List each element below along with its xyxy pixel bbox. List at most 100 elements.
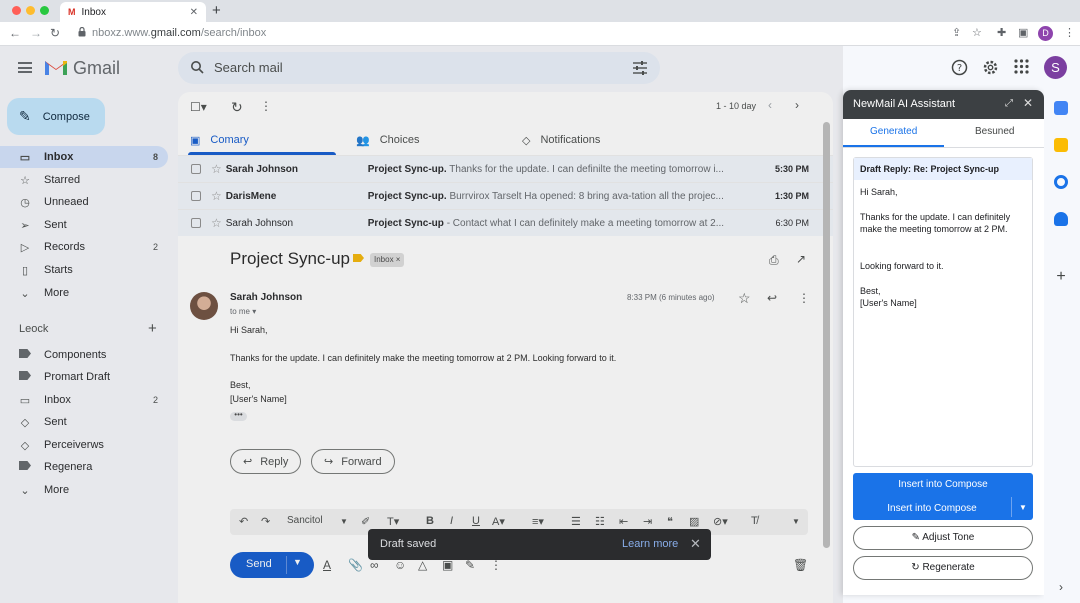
keep-icon[interactable] [1054, 138, 1068, 152]
sidebar-item-starred[interactable]: ☆ Starred [0, 169, 168, 191]
quote-icon[interactable]: ❝ [667, 515, 673, 528]
main-scrollbar[interactable] [823, 122, 830, 548]
remove-formatting-icon[interactable]: T̸ [751, 515, 758, 527]
contacts-icon[interactable] [1054, 212, 1068, 226]
show-trimmed-content-button[interactable]: ••• [230, 411, 247, 421]
more-actions-icon[interactable]: ⋮ [260, 99, 272, 113]
close-toast-icon[interactable]: ✕ [690, 536, 701, 552]
expand-rail-icon[interactable]: › [1054, 580, 1068, 594]
tab-choices[interactable]: 👥 Choices [356, 125, 419, 155]
new-tab-icon[interactable]: + [212, 2, 221, 19]
bulleted-list-icon[interactable]: ☰ [571, 515, 581, 528]
regenerate-button[interactable]: ↻ Regenerate [853, 556, 1033, 580]
attach-icon[interactable]: 📎 [348, 558, 363, 572]
compose-button[interactable]: ✎ Compose [7, 98, 105, 135]
reload-icon[interactable]: ↻ [50, 26, 60, 40]
browser-menu-icon[interactable]: ⋮ [1064, 26, 1075, 39]
paint-format-icon[interactable]: ✐ [361, 515, 370, 528]
older-page-icon[interactable]: › [795, 98, 799, 112]
help-icon[interactable]: ? [951, 59, 968, 76]
insert-photo-icon[interactable]: ▣ [442, 558, 453, 572]
mail-row[interactable]: ☆ Sarah Johnson Project Sync-up - Contac… [178, 209, 833, 236]
more-formatting-icon[interactable]: ▼ [792, 517, 800, 526]
image-icon[interactable]: ▨ [689, 515, 699, 528]
reply-icon[interactable]: ↩ [767, 291, 777, 305]
link-icon[interactable]: ⊘▾ [713, 515, 728, 528]
bold-icon[interactable]: B [426, 515, 434, 527]
font-dropdown-icon[interactable]: ▼ [340, 517, 348, 526]
refresh-icon[interactable]: ↻ [231, 99, 243, 116]
more-compose-options-icon[interactable]: ⋮ [490, 558, 502, 572]
undo-icon[interactable]: ↶ [239, 515, 248, 528]
numbered-list-icon[interactable]: ☷ [595, 515, 605, 528]
text-size-icon[interactable]: T▾ [387, 515, 399, 528]
label-item-regenera[interactable]: Regenera [0, 456, 168, 478]
account-avatar[interactable]: S [1044, 56, 1067, 79]
sidebar-item-unneaed[interactable]: ◷ Unneaed [0, 191, 168, 213]
label-item-sent[interactable]: ◇ Sent [0, 411, 168, 433]
expand-icon[interactable]: ⤢ [1005, 98, 1013, 109]
row-checkbox[interactable] [191, 191, 201, 201]
print-icon[interactable]: ⎙ [769, 253, 779, 268]
label-item-more[interactable]: ⌄ More [0, 479, 168, 501]
learn-more-link[interactable]: Learn more [622, 538, 678, 550]
tab-comary[interactable]: ▣ Comary [190, 125, 249, 155]
row-checkbox[interactable] [191, 164, 201, 174]
mail-row[interactable]: ☆ Sarah Johnson Project Sync-up. Thanks … [178, 155, 833, 182]
search-options-icon[interactable] [632, 60, 648, 76]
italic-icon[interactable]: I [450, 515, 453, 527]
label-item-promart-draft[interactable]: Promart Draft [0, 366, 168, 388]
url-field[interactable]: nboxz.www.gmail.com/search/inbox [92, 27, 266, 39]
more-options-icon[interactable]: ⋮ [798, 291, 810, 305]
signature-icon[interactable]: ✎ [465, 558, 475, 572]
sidebar-item-starts[interactable]: ▯ Starts [0, 259, 168, 281]
reply-button[interactable]: ↩ Reply [230, 449, 302, 474]
important-marker-icon[interactable] [353, 254, 364, 262]
insert-options-icon[interactable]: ▼ [1019, 503, 1027, 512]
message-recipient[interactable]: to me ▾ [230, 307, 256, 316]
sidebar-item-inbox[interactable]: ▭ Inbox 8 [0, 146, 168, 168]
share-icon[interactable]: ⇪ [952, 26, 961, 39]
tab-besuned[interactable]: Besuned [975, 126, 1014, 137]
insert-label-secondary[interactable]: Insert into Compose [853, 503, 1011, 514]
extensions-icon[interactable]: ✚ [997, 26, 1006, 39]
drive-icon[interactable]: △ [418, 558, 427, 572]
add-label-icon[interactable]: + [148, 320, 157, 337]
open-new-window-icon[interactable]: ↗ [796, 252, 806, 266]
apps-grid-icon[interactable] [1014, 59, 1029, 74]
discard-draft-icon[interactable]: 🗑 [793, 558, 808, 572]
indent-less-icon[interactable]: ⇤ [619, 515, 628, 528]
newer-page-icon[interactable]: ‹ [768, 98, 772, 112]
sidebar-item-more[interactable]: ⌄ More [0, 282, 168, 304]
thread-label-chip[interactable]: Inbox × [370, 253, 405, 267]
close-icon[interactable]: ✕ [1023, 96, 1033, 110]
star-icon[interactable]: ☆ [211, 162, 222, 176]
mail-row[interactable]: ☆ DarisMene Project Sync-up. Burrvirox T… [178, 182, 833, 209]
insert-into-compose-button[interactable]: Insert into Compose Insert into Compose … [853, 473, 1033, 520]
calendar-icon[interactable] [1054, 101, 1068, 115]
close-window-dot[interactable] [12, 6, 21, 15]
label-item-components[interactable]: Components [0, 344, 168, 366]
minimize-window-dot[interactable] [26, 6, 35, 15]
insert-link-icon[interactable]: ∞ [370, 558, 379, 572]
back-icon[interactable]: ← [9, 26, 21, 40]
sidepanel-icon[interactable]: ▣ [1018, 26, 1028, 39]
sidebar-item-sent[interactable]: ➢ Sent [0, 214, 168, 236]
tasks-icon[interactable] [1054, 175, 1068, 189]
font-select[interactable]: Sancitol [287, 515, 323, 526]
add-app-icon[interactable]: + [1054, 269, 1068, 285]
formatting-options-icon[interactable]: A [323, 558, 331, 572]
bookmark-star-icon[interactable]: ☆ [972, 26, 982, 39]
send-options-icon[interactable]: ▼ [293, 557, 302, 567]
underline-icon[interactable]: U [472, 515, 480, 527]
star-icon[interactable]: ☆ [211, 216, 222, 230]
browser-tab[interactable]: M Inbox ✕ [60, 2, 206, 22]
search-icon[interactable] [190, 60, 204, 74]
sidebar-item-records[interactable]: ▷ Records 2 [0, 236, 168, 258]
emoji-icon[interactable]: ☺ [394, 558, 406, 572]
label-item-inbox[interactable]: ▭ Inbox 2 [0, 389, 168, 411]
send-button[interactable]: Send ▼ [230, 552, 314, 578]
row-checkbox[interactable] [191, 218, 201, 228]
star-icon[interactable]: ☆ [211, 189, 222, 203]
search-bar[interactable]: Search mail [178, 52, 660, 84]
